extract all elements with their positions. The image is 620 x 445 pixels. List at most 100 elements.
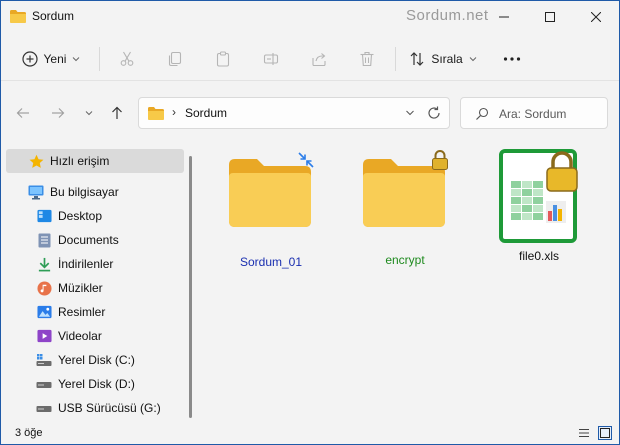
share-icon [312, 53, 326, 67]
more-options-button[interactable] [497, 45, 527, 73]
address-bar[interactable]: › Sordum [138, 97, 450, 129]
maximize-icon [545, 12, 555, 22]
file-name: encrypt [385, 253, 425, 267]
item-count: 3 öğe [15, 427, 43, 439]
sort-button[interactable]: Sırala [405, 45, 481, 73]
forward-button[interactable] [46, 101, 70, 125]
documents-icon [36, 232, 52, 248]
file-item-spreadsheet[interactable]: file0.xls [489, 149, 589, 267]
rename-icon [263, 53, 279, 65]
search-input[interactable] [499, 105, 603, 123]
large-icons-view-icon [600, 428, 610, 438]
navigation-pane: Hızlı erişim Bu bilgisayar Desktop Docum… [1, 141, 199, 423]
close-icon [591, 12, 601, 22]
search-icon [476, 107, 489, 120]
new-button[interactable]: Yeni [15, 45, 87, 73]
sidebar-item-videos[interactable]: Videolar [6, 324, 184, 348]
paste-button[interactable] [209, 45, 237, 73]
sidebar-item-downloads[interactable]: İndirilenler [6, 252, 184, 276]
sidebar-scrollbar[interactable] [189, 156, 192, 418]
arrow-left-icon [16, 108, 29, 118]
compressed-arrows-icon [298, 152, 314, 168]
music-icon [36, 280, 52, 296]
sidebar-item-label: Yerel Disk (D:) [58, 377, 135, 391]
more-dots-icon [503, 57, 521, 61]
new-button-label: Yeni [43, 52, 67, 66]
folder-icon [10, 10, 26, 23]
drive-icon [36, 376, 52, 392]
sidebar-item-label: Resimler [58, 305, 106, 319]
delete-button[interactable] [353, 45, 381, 73]
details-view-button[interactable] [577, 426, 591, 440]
usb-drive-icon [36, 400, 52, 416]
lock-icon [432, 150, 448, 170]
refresh-icon[interactable] [426, 105, 442, 121]
chevron-down-icon[interactable] [405, 106, 415, 120]
toolbar-separator [395, 47, 396, 71]
sidebar-item-label: Documents [58, 233, 119, 247]
recent-locations-button[interactable] [77, 101, 101, 125]
folder-icon [148, 107, 164, 120]
file-name: Sordum_01 [239, 255, 303, 269]
sort-arrows-icon [410, 52, 424, 66]
file-list: Sordum_01 encrypt file0.xls [201, 141, 619, 423]
computer-icon [28, 184, 44, 200]
sidebar-item-label: İndirilenler [58, 257, 114, 271]
large-icons-view-button[interactable] [598, 426, 612, 440]
sidebar-item-drive-c[interactable]: Yerel Disk (C:) [6, 348, 184, 372]
copy-icon [168, 51, 182, 67]
back-button[interactable] [11, 101, 35, 125]
title-bar[interactable]: Sordum Sordum.net [1, 1, 619, 33]
file-item-folder[interactable]: Sordum_01 [221, 151, 321, 269]
command-bar: Yeni Sırala [1, 37, 619, 81]
maximize-button[interactable] [527, 1, 573, 33]
chevron-down-icon [469, 57, 477, 62]
clipboard-icon [216, 51, 230, 67]
videos-icon [36, 328, 52, 344]
arrow-right-icon [52, 108, 65, 118]
trash-icon [360, 51, 374, 67]
lock-icon [546, 151, 578, 192]
breadcrumb-chevron-icon: › [172, 105, 176, 119]
sidebar-item-pictures[interactable]: Resimler [6, 300, 184, 324]
sidebar-item-usb-drive[interactable]: USB Sürücüsü (G:) [6, 396, 184, 420]
download-icon [36, 256, 52, 272]
sidebar-item-quick-access[interactable]: Hızlı erişim [6, 149, 184, 173]
scissors-icon [120, 51, 134, 66]
breadcrumb-item[interactable]: Sordum [185, 106, 227, 120]
sidebar-item-label: Müzikler [58, 281, 103, 295]
sidebar-item-music[interactable]: Müzikler [6, 276, 184, 300]
file-name: file0.xls [518, 249, 559, 263]
copy-button[interactable] [161, 45, 189, 73]
details-view-icon [579, 429, 589, 437]
sidebar-item-this-pc[interactable]: Bu bilgisayar [6, 180, 184, 204]
chevron-down-icon [73, 57, 80, 62]
search-box[interactable] [460, 97, 608, 129]
pictures-icon [36, 304, 52, 320]
minimize-icon [499, 16, 509, 18]
minimize-button[interactable] [481, 1, 527, 33]
explorer-window: Sordum Sordum.net Yeni Sırala › Sordum A… [0, 0, 620, 445]
sort-button-label: Sırala [431, 52, 463, 66]
drive-icon [36, 352, 52, 368]
sidebar-item-label: Videolar [58, 329, 102, 343]
arrow-up-icon [112, 106, 122, 119]
sidebar-item-label: Hızlı erişim [50, 154, 110, 168]
star-icon [28, 153, 44, 169]
cut-button[interactable] [113, 45, 141, 73]
desktop-icon [36, 208, 52, 224]
rename-button[interactable] [257, 45, 285, 73]
sidebar-item-label: USB Sürücüsü (G:) [58, 401, 161, 415]
chevron-down-icon [85, 111, 93, 116]
sidebar-item-label: Yerel Disk (C:) [58, 353, 135, 367]
sidebar-item-drive-d[interactable]: Yerel Disk (D:) [6, 372, 184, 396]
share-button[interactable] [305, 45, 333, 73]
sidebar-item-documents[interactable]: Documents [6, 228, 184, 252]
file-item-folder[interactable]: encrypt [355, 149, 455, 267]
plus-circle-icon [21, 51, 38, 67]
close-button[interactable] [573, 1, 619, 33]
window-title: Sordum [32, 9, 75, 23]
up-button[interactable] [105, 101, 129, 125]
toolbar-separator [99, 47, 100, 71]
sidebar-item-desktop[interactable]: Desktop [6, 204, 184, 228]
